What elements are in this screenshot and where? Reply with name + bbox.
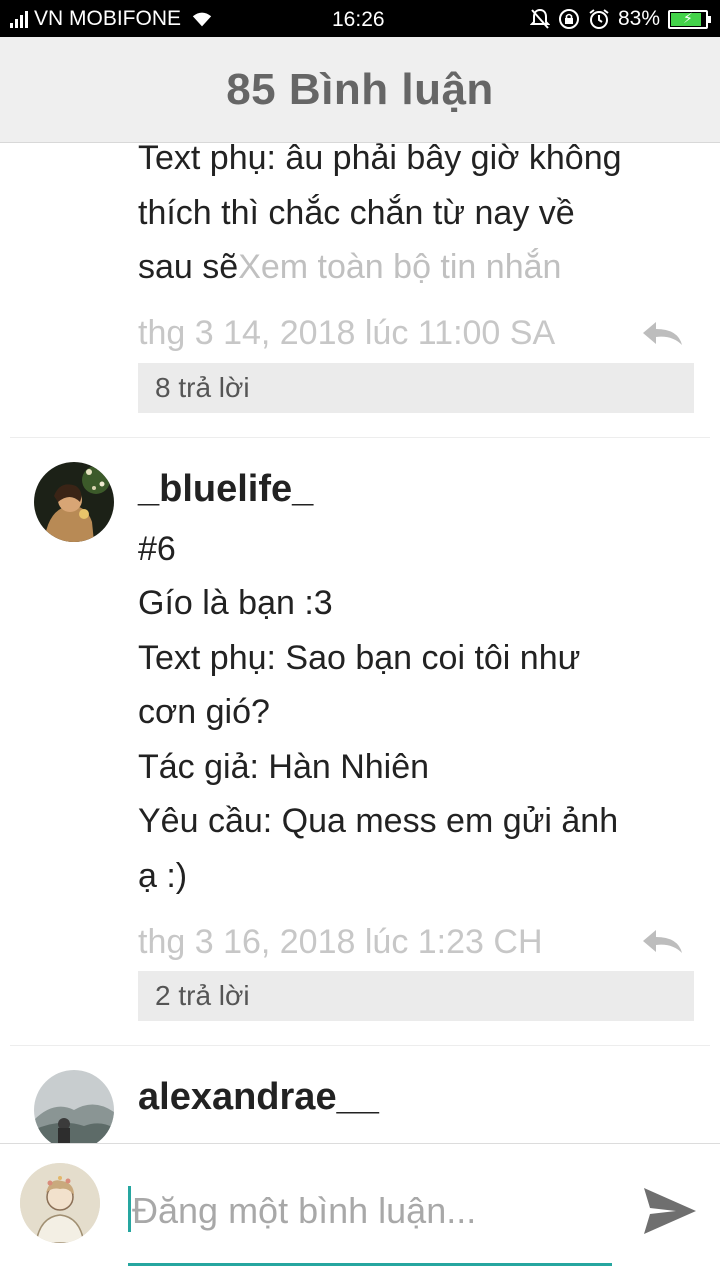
comment-composer: Đăng một bình luận... <box>0 1143 720 1280</box>
comment-line: Gío là bạn :3 <box>138 584 333 622</box>
replies-count-button[interactable]: 2 trả lời <box>138 971 694 1021</box>
avatar[interactable] <box>34 1070 114 1143</box>
comment-line: Tác giả: Hàn Nhiên <box>138 747 430 786</box>
comment-input[interactable]: Đăng một bình luận... <box>128 1184 612 1266</box>
alarm-icon <box>589 9 609 29</box>
wifi-icon <box>192 12 212 26</box>
see-more-link[interactable]: Xem toàn bộ tin nhắn <box>238 248 561 286</box>
text-cursor <box>128 1186 131 1232</box>
send-icon[interactable] <box>642 1184 698 1238</box>
comment-input-placeholder: Đăng một bình luận... <box>132 1190 477 1231</box>
comment-line: cơn gió? <box>138 693 270 731</box>
comment-line: Text phụ: âu phải bây giờ không <box>138 143 622 177</box>
battery-icon: ⚡ <box>668 9 711 29</box>
comment-date: thg 3 14, 2018 lúc 11:00 SA <box>138 314 556 352</box>
comment-line: Text phụ: Sao bạn coi tôi như <box>138 638 581 677</box>
comment-body: #6 Gío là bạn :3 Text phụ: Sao bạn coi t… <box>138 522 694 904</box>
comment-body: Text phụ: âu phải bây giờ không thích th… <box>138 143 694 295</box>
avatar <box>20 1163 100 1243</box>
comment-item: alexandrae__ <box>10 1046 710 1143</box>
comment-line: sau sẽ <box>138 248 239 286</box>
status-bar: VN MOBIFONE 16:26 83% ⚡ <box>0 0 720 37</box>
mute-notification-icon <box>529 8 550 29</box>
comment-author[interactable]: alexandrae__ <box>138 1072 694 1122</box>
comment-item: _bluelife_ #6 Gío là bạn :3 Text phụ: Sa… <box>10 438 710 1021</box>
reply-icon[interactable] <box>640 927 684 957</box>
battery-percent: 83% <box>617 7 660 30</box>
carrier-label: VN MOBIFONE <box>34 6 182 30</box>
comment-line: thích thì chắc chắn từ nay về <box>138 193 575 232</box>
comment-line: #6 <box>138 529 176 568</box>
replies-count-button[interactable]: 8 trả lời <box>138 362 694 413</box>
page-header: 85 Bình luận <box>0 37 720 143</box>
rotation-lock-icon <box>558 9 579 29</box>
signal-icon <box>10 10 28 28</box>
comment-item: Text phụ: âu phải bây giờ không thích th… <box>10 143 710 413</box>
status-time: 16:26 <box>332 8 385 31</box>
avatar[interactable] <box>34 461 114 542</box>
comment-list[interactable]: Text phụ: âu phải bây giờ không thích th… <box>10 143 710 1143</box>
reply-icon[interactable] <box>640 319 684 349</box>
page-title: 85 Bình luận <box>226 64 494 114</box>
comment-line: Yêu cầu: Qua mess em gửi ảnh <box>138 802 619 840</box>
comment-author[interactable]: _bluelife_ <box>138 464 694 514</box>
comment-line: ạ :) <box>138 856 188 895</box>
comment-date: thg 3 16, 2018 lúc 1:23 CH <box>138 922 543 961</box>
